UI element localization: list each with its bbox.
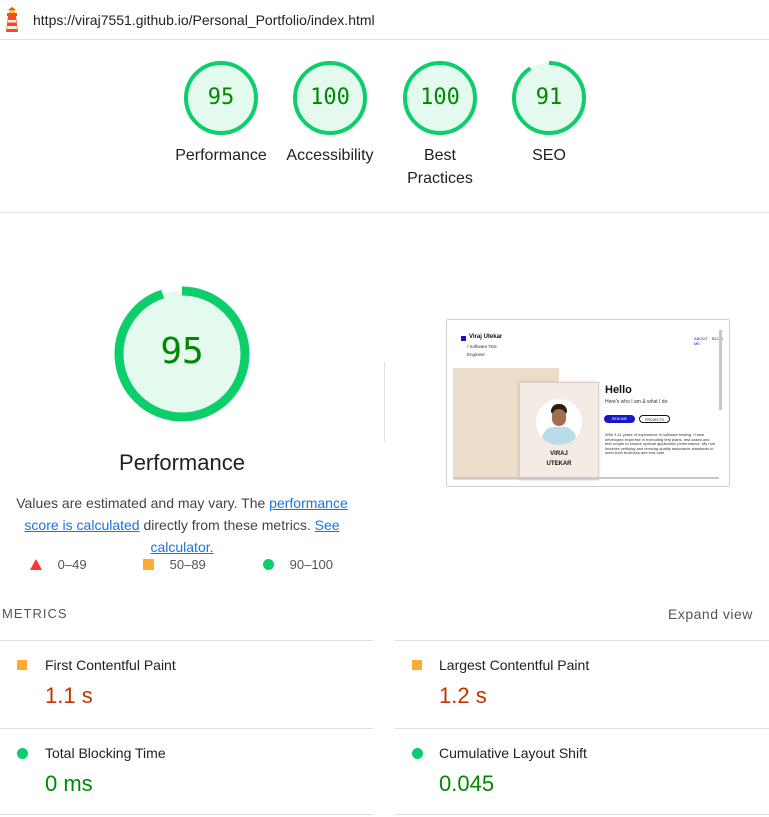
- circle-icon: [263, 559, 274, 570]
- estimate-note: Values are estimated and may vary. The p…: [0, 492, 364, 558]
- metric-cls-value: 0.045: [439, 771, 495, 796]
- best-practices-gauge[interactable]: 100: [402, 60, 478, 136]
- metric-divider: [395, 814, 769, 815]
- metric-divider: [0, 640, 374, 641]
- legend-average-label: 50–89: [169, 557, 206, 572]
- thumb-subtitle: / Software Test Engineer: [467, 344, 497, 357]
- accessibility-label: Accessibility: [286, 147, 374, 164]
- final-screenshot[interactable]: Viraj Utekar / Software Test Engineer AB…: [446, 319, 730, 487]
- lighthouse-icon: [6, 7, 18, 32]
- metric-tbt-name: Total Blocking Time: [45, 745, 166, 761]
- performance-score: 95: [207, 85, 235, 110]
- metrics-heading: METRICS: [2, 606, 68, 621]
- legend-pass-label: 90–100: [289, 557, 334, 572]
- square-icon: [17, 660, 27, 670]
- accessibility-gauge[interactable]: 100: [292, 60, 368, 136]
- thumb-profile-card: VIRAJ UTEKAR: [519, 382, 599, 480]
- legend-average: 50–89: [143, 557, 206, 572]
- metric-lcp-name: Largest Contentful Paint: [439, 657, 590, 673]
- brand-mark-icon: [461, 336, 466, 341]
- metric-lcp-value: 1.2 s: [439, 683, 487, 708]
- performance-title: Performance: [119, 450, 245, 475]
- thumb-avatar: [536, 399, 582, 445]
- metric-tbt-value: 0 ms: [45, 771, 93, 796]
- square-icon: [143, 559, 154, 570]
- thumb-tagline: Here's who I am & what I do: [605, 399, 668, 405]
- legend-fail-label: 0–49: [57, 557, 87, 572]
- vertical-separator: [384, 362, 385, 442]
- circle-icon: [412, 748, 423, 759]
- performance-big-score: 95: [160, 331, 204, 372]
- metric-divider: [0, 814, 374, 815]
- section-divider: [0, 212, 769, 213]
- performance-big-gauge: 95: [113, 285, 251, 423]
- note-text-mid: directly from these metrics.: [139, 517, 315, 533]
- thumb-nav-about: ABOUT ME: [694, 336, 708, 346]
- thumb-scrollbar: [719, 330, 722, 410]
- thumb-projects-button: PROJECTS: [639, 415, 670, 423]
- best-practices-score: 100: [420, 85, 460, 110]
- url-bar: https://viraj7551.github.io/Personal_Por…: [0, 0, 769, 40]
- seo-label: SEO: [532, 147, 566, 164]
- square-icon: [412, 660, 422, 670]
- metric-divider: [0, 728, 374, 729]
- legend-fail: 0–49: [30, 557, 87, 572]
- seo-gauge[interactable]: 91: [511, 60, 587, 136]
- performance-label: Performance: [175, 147, 267, 164]
- metric-divider: [395, 640, 769, 641]
- thumb-hello: Hello: [605, 384, 632, 396]
- thumb-brand: Viraj Utekar: [469, 334, 503, 340]
- accessibility-score: 100: [310, 85, 350, 110]
- best-practices-label: Best Practices: [407, 147, 473, 187]
- metric-cls-name: Cumulative Layout Shift: [439, 745, 587, 761]
- page-url[interactable]: https://viraj7551.github.io/Personal_Por…: [33, 12, 375, 28]
- note-text: Values are estimated and may vary. The: [16, 495, 270, 511]
- thumb-resume-button: RESUME: [604, 415, 635, 423]
- expand-view-toggle[interactable]: Expand view: [668, 606, 753, 622]
- metric-fcp-name: First Contentful Paint: [45, 657, 176, 673]
- performance-gauge[interactable]: 95: [183, 60, 259, 136]
- legend-pass: 90–100: [263, 557, 333, 572]
- seo-score: 91: [535, 85, 563, 110]
- circle-icon: [17, 748, 28, 759]
- metric-fcp-value: 1.1 s: [45, 683, 93, 708]
- metric-divider: [395, 728, 769, 729]
- thumb-name-first: VIRAJ: [550, 451, 568, 457]
- thumb-name-last: UTEKAR: [546, 461, 572, 467]
- triangle-icon: [30, 559, 42, 570]
- thumb-bio: With 3.11 years of experience in softwar…: [605, 433, 716, 456]
- thumb-h-scrollbar: [453, 477, 719, 479]
